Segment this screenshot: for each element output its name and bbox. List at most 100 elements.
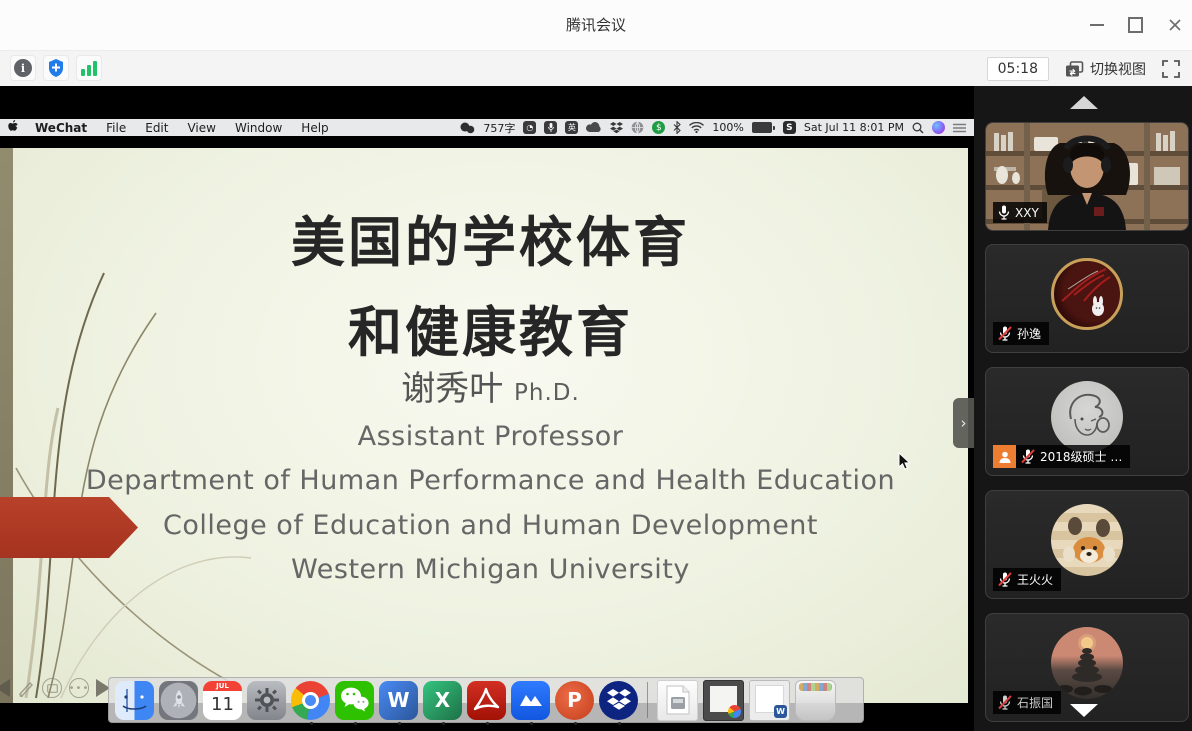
participant-name: 孙逸 bbox=[1017, 325, 1041, 342]
participant-name: XXY bbox=[1015, 206, 1039, 220]
dock-divider bbox=[647, 682, 648, 718]
switch-view-icon bbox=[1065, 61, 1084, 78]
macos-menubar: WeChat File Edit View Window Help 757字 ◔… bbox=[0, 119, 974, 136]
cloud-sync-icon[interactable] bbox=[586, 122, 602, 133]
minimize-button[interactable] bbox=[1089, 18, 1104, 33]
mouse-cursor bbox=[898, 452, 911, 471]
slide-subline: College of Education and Human Developme… bbox=[13, 510, 968, 541]
wordcount-status: 757字 bbox=[483, 120, 515, 136]
mic-muted-icon bbox=[1021, 449, 1035, 464]
calendar-month: JUL bbox=[203, 681, 242, 691]
menubar-clock[interactable]: Sat Jul 11 8:01 PM bbox=[804, 121, 904, 134]
ime-icon[interactable]: 英 bbox=[565, 121, 578, 134]
system-preferences-icon[interactable] bbox=[247, 681, 286, 720]
slide-subline: Assistant Professor bbox=[13, 421, 968, 452]
fullscreen-icon[interactable] bbox=[1162, 60, 1180, 78]
avatar bbox=[1051, 258, 1123, 330]
disk-image-file-icon[interactable] bbox=[657, 680, 698, 721]
apple-menu[interactable] bbox=[8, 120, 19, 136]
globe-icon[interactable] bbox=[631, 121, 644, 134]
slide-left-band bbox=[0, 148, 13, 703]
macos-dock: JUL 11 W X bbox=[108, 677, 864, 723]
security-button[interactable] bbox=[43, 55, 69, 81]
wifi-icon[interactable] bbox=[689, 122, 704, 133]
presenter-degree: Ph.D. bbox=[514, 380, 580, 406]
mic-on-icon bbox=[998, 205, 1010, 220]
mic-muted-icon bbox=[998, 695, 1012, 710]
scroll-up-arrow[interactable] bbox=[1070, 96, 1098, 109]
ppt-letter: P bbox=[567, 688, 582, 712]
menu-window[interactable]: Window bbox=[235, 121, 282, 135]
bluetooth-icon[interactable] bbox=[673, 121, 681, 134]
meeting-toolbar: i 05:18 切换视图 bbox=[0, 50, 1192, 86]
sidebar-collapse-tab[interactable]: › bbox=[953, 398, 974, 448]
menu-help[interactable]: Help bbox=[301, 121, 328, 135]
maximize-button[interactable] bbox=[1128, 18, 1143, 33]
scroll-down-arrow[interactable] bbox=[1070, 704, 1098, 717]
more-options-icon[interactable]: ••• bbox=[69, 678, 89, 698]
slide-subline: Department of Human Performance and Heal… bbox=[13, 465, 968, 496]
proxy-status-icon[interactable]: $ bbox=[652, 121, 665, 134]
word-icon[interactable]: W bbox=[379, 681, 418, 720]
spotlight-search-icon[interactable] bbox=[912, 122, 924, 134]
mic-muted-icon bbox=[998, 326, 1012, 341]
switch-view-label: 切换视图 bbox=[1090, 59, 1146, 79]
shield-plus-icon bbox=[48, 59, 64, 77]
meeting-timer: 05:18 bbox=[987, 57, 1049, 81]
excel-letter: X bbox=[435, 688, 450, 712]
menu-wechat[interactable]: WeChat bbox=[35, 121, 87, 135]
excel-icon[interactable]: X bbox=[423, 681, 462, 720]
switch-view-button[interactable]: 切换视图 bbox=[1065, 59, 1146, 79]
attendee-badge bbox=[993, 445, 1016, 468]
menu-file[interactable]: File bbox=[106, 121, 126, 135]
pen-tool-icon[interactable] bbox=[17, 679, 35, 697]
notification-center-icon[interactable] bbox=[953, 123, 966, 133]
slide-subline: Western Michigan University bbox=[13, 554, 968, 585]
previous-slide-icon[interactable] bbox=[0, 679, 10, 697]
participant-tile-2018[interactable]: 2018级硕士 … bbox=[985, 367, 1189, 476]
person-icon bbox=[998, 450, 1012, 464]
participant-name: 2018级硕士 … bbox=[1040, 448, 1122, 465]
window-title: 腾讯会议 bbox=[0, 14, 1192, 35]
slide-panel-icon[interactable] bbox=[42, 678, 62, 698]
wechat-status-icon[interactable] bbox=[460, 122, 475, 134]
participant-name: 王火火 bbox=[1017, 571, 1053, 588]
dropbox-status-icon[interactable] bbox=[610, 122, 623, 134]
close-button[interactable] bbox=[1167, 18, 1182, 33]
presenter-name-line: 谢秀叶 Ph.D. bbox=[13, 361, 968, 410]
chevron-right-icon: › bbox=[961, 414, 967, 432]
participant-tile-xxy[interactable]: XXY bbox=[985, 122, 1189, 231]
acrobat-icon[interactable] bbox=[467, 681, 506, 720]
menu-edit[interactable]: Edit bbox=[145, 121, 168, 135]
powerpoint-icon[interactable]: P bbox=[555, 681, 594, 720]
slide-title-line1: 美国的学校体育 bbox=[13, 198, 968, 277]
menu-view[interactable]: View bbox=[187, 121, 215, 135]
battery-icon[interactable] bbox=[752, 122, 775, 133]
participant-tile-sunyi[interactable]: 孙逸 bbox=[985, 244, 1189, 353]
info-icon: i bbox=[14, 59, 32, 77]
app-s-status-icon[interactable]: S bbox=[783, 121, 796, 134]
trash-icon[interactable] bbox=[795, 680, 836, 721]
participant-name: 石振国 bbox=[1017, 694, 1053, 711]
battery-percent: 100% bbox=[712, 121, 743, 134]
participants-sidebar: XXY 孙逸 bbox=[974, 86, 1192, 731]
chrome-window-icon[interactable] bbox=[703, 680, 744, 721]
word-document-window-icon[interactable]: W bbox=[749, 680, 790, 721]
meeting-info-button[interactable]: i bbox=[10, 55, 36, 81]
tencent-meeting-icon[interactable] bbox=[511, 681, 550, 720]
wechat-dock-icon[interactable] bbox=[335, 681, 374, 720]
avatar bbox=[1051, 381, 1123, 453]
calendar-icon[interactable]: JUL 11 bbox=[203, 681, 242, 720]
dictation-icon[interactable] bbox=[544, 121, 557, 134]
participant-tile-wanghuohuo[interactable]: 王火火 bbox=[985, 490, 1189, 599]
dropbox-icon[interactable] bbox=[599, 681, 638, 720]
siri-icon[interactable] bbox=[932, 121, 945, 134]
clock-app-icon[interactable]: ◔ bbox=[523, 121, 536, 134]
finder-icon[interactable] bbox=[115, 681, 154, 720]
network-quality-button[interactable] bbox=[76, 55, 102, 81]
presenter-name: 谢秀叶 bbox=[401, 369, 503, 409]
presenter-controls: ••• bbox=[0, 678, 110, 698]
chrome-icon[interactable] bbox=[291, 681, 330, 720]
apple-icon bbox=[8, 120, 19, 133]
launchpad-icon[interactable] bbox=[159, 681, 198, 720]
